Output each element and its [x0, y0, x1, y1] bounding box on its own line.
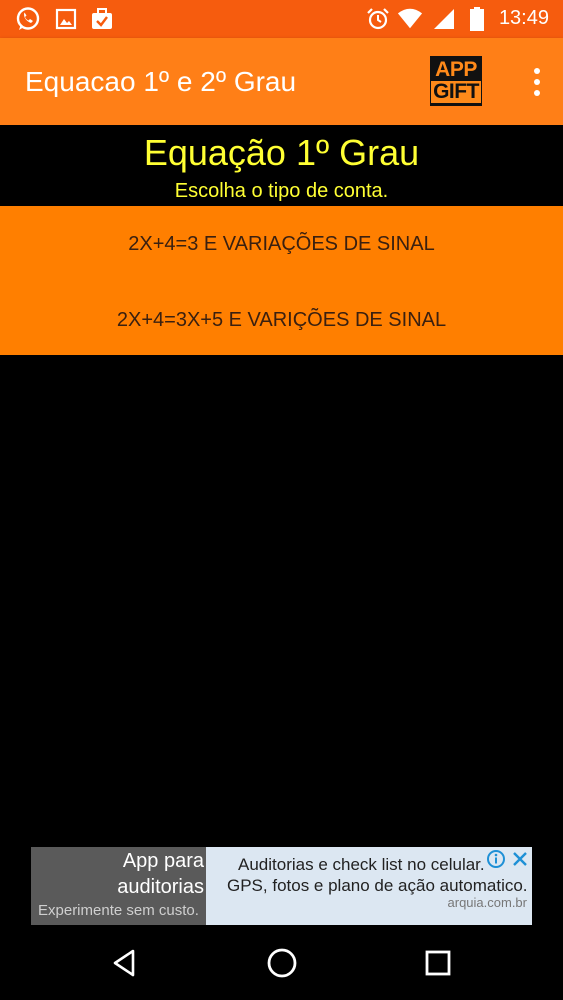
overflow-menu-icon[interactable] [533, 68, 541, 96]
ad-tagline: Experimente sem custo. [38, 902, 199, 919]
app-title: Equacao 1º e 2º Grau [25, 66, 297, 97]
alarm-icon [365, 6, 391, 32]
option-button-simple[interactable]: 2X+4=3 E VARIAÇÕES DE SINAL [0, 214, 563, 274]
logo-text-gift: GIFT [431, 80, 481, 103]
logo-text-app: APP [435, 58, 477, 81]
ad-left-panel[interactable]: App para auditorias Experimente sem cust… [31, 847, 206, 925]
ad-body-line1: Auditorias e check list no celular. [238, 855, 485, 874]
back-icon[interactable] [105, 943, 145, 983]
image-icon [53, 6, 79, 32]
home-icon[interactable] [262, 943, 302, 983]
ad-banner[interactable]: App para auditorias Experimente sem cust… [31, 847, 532, 925]
option-button-both-sides[interactable]: 2X+4=3X+5 E VARIÇÕES DE SINAL [0, 290, 563, 350]
battery-icon [464, 6, 490, 32]
briefcase-check-icon [89, 6, 115, 32]
ad-title-line2: auditorias [117, 876, 204, 898]
info-icon[interactable] [486, 849, 506, 869]
wifi-icon [397, 6, 423, 32]
ad-domain: arquia.com.br [447, 895, 527, 910]
close-icon[interactable] [510, 849, 530, 869]
navigation-bar [0, 925, 563, 1000]
options-panel: 2X+4=3 E VARIAÇÕES DE SINAL 2X+4=3X+5 E … [0, 206, 563, 355]
status-bar: 13:49 [0, 0, 563, 38]
cell-signal-icon [431, 6, 457, 32]
app-gift-logo[interactable]: APP GIFT [430, 56, 482, 106]
ad-title-line1: App para [122, 850, 204, 872]
page-subheading: Escolha o tipo de conta. [174, 180, 389, 202]
whatsapp-icon [15, 6, 41, 32]
recents-icon[interactable] [418, 943, 458, 983]
status-time: 13:49 [498, 7, 549, 29]
app-bar: Equacao 1º e 2º Grau APP GIFT [0, 38, 563, 125]
page-heading: Equação 1º Grau [143, 132, 420, 173]
ad-body-line2: GPS, fotos e plano de ação automatico. [227, 876, 528, 895]
